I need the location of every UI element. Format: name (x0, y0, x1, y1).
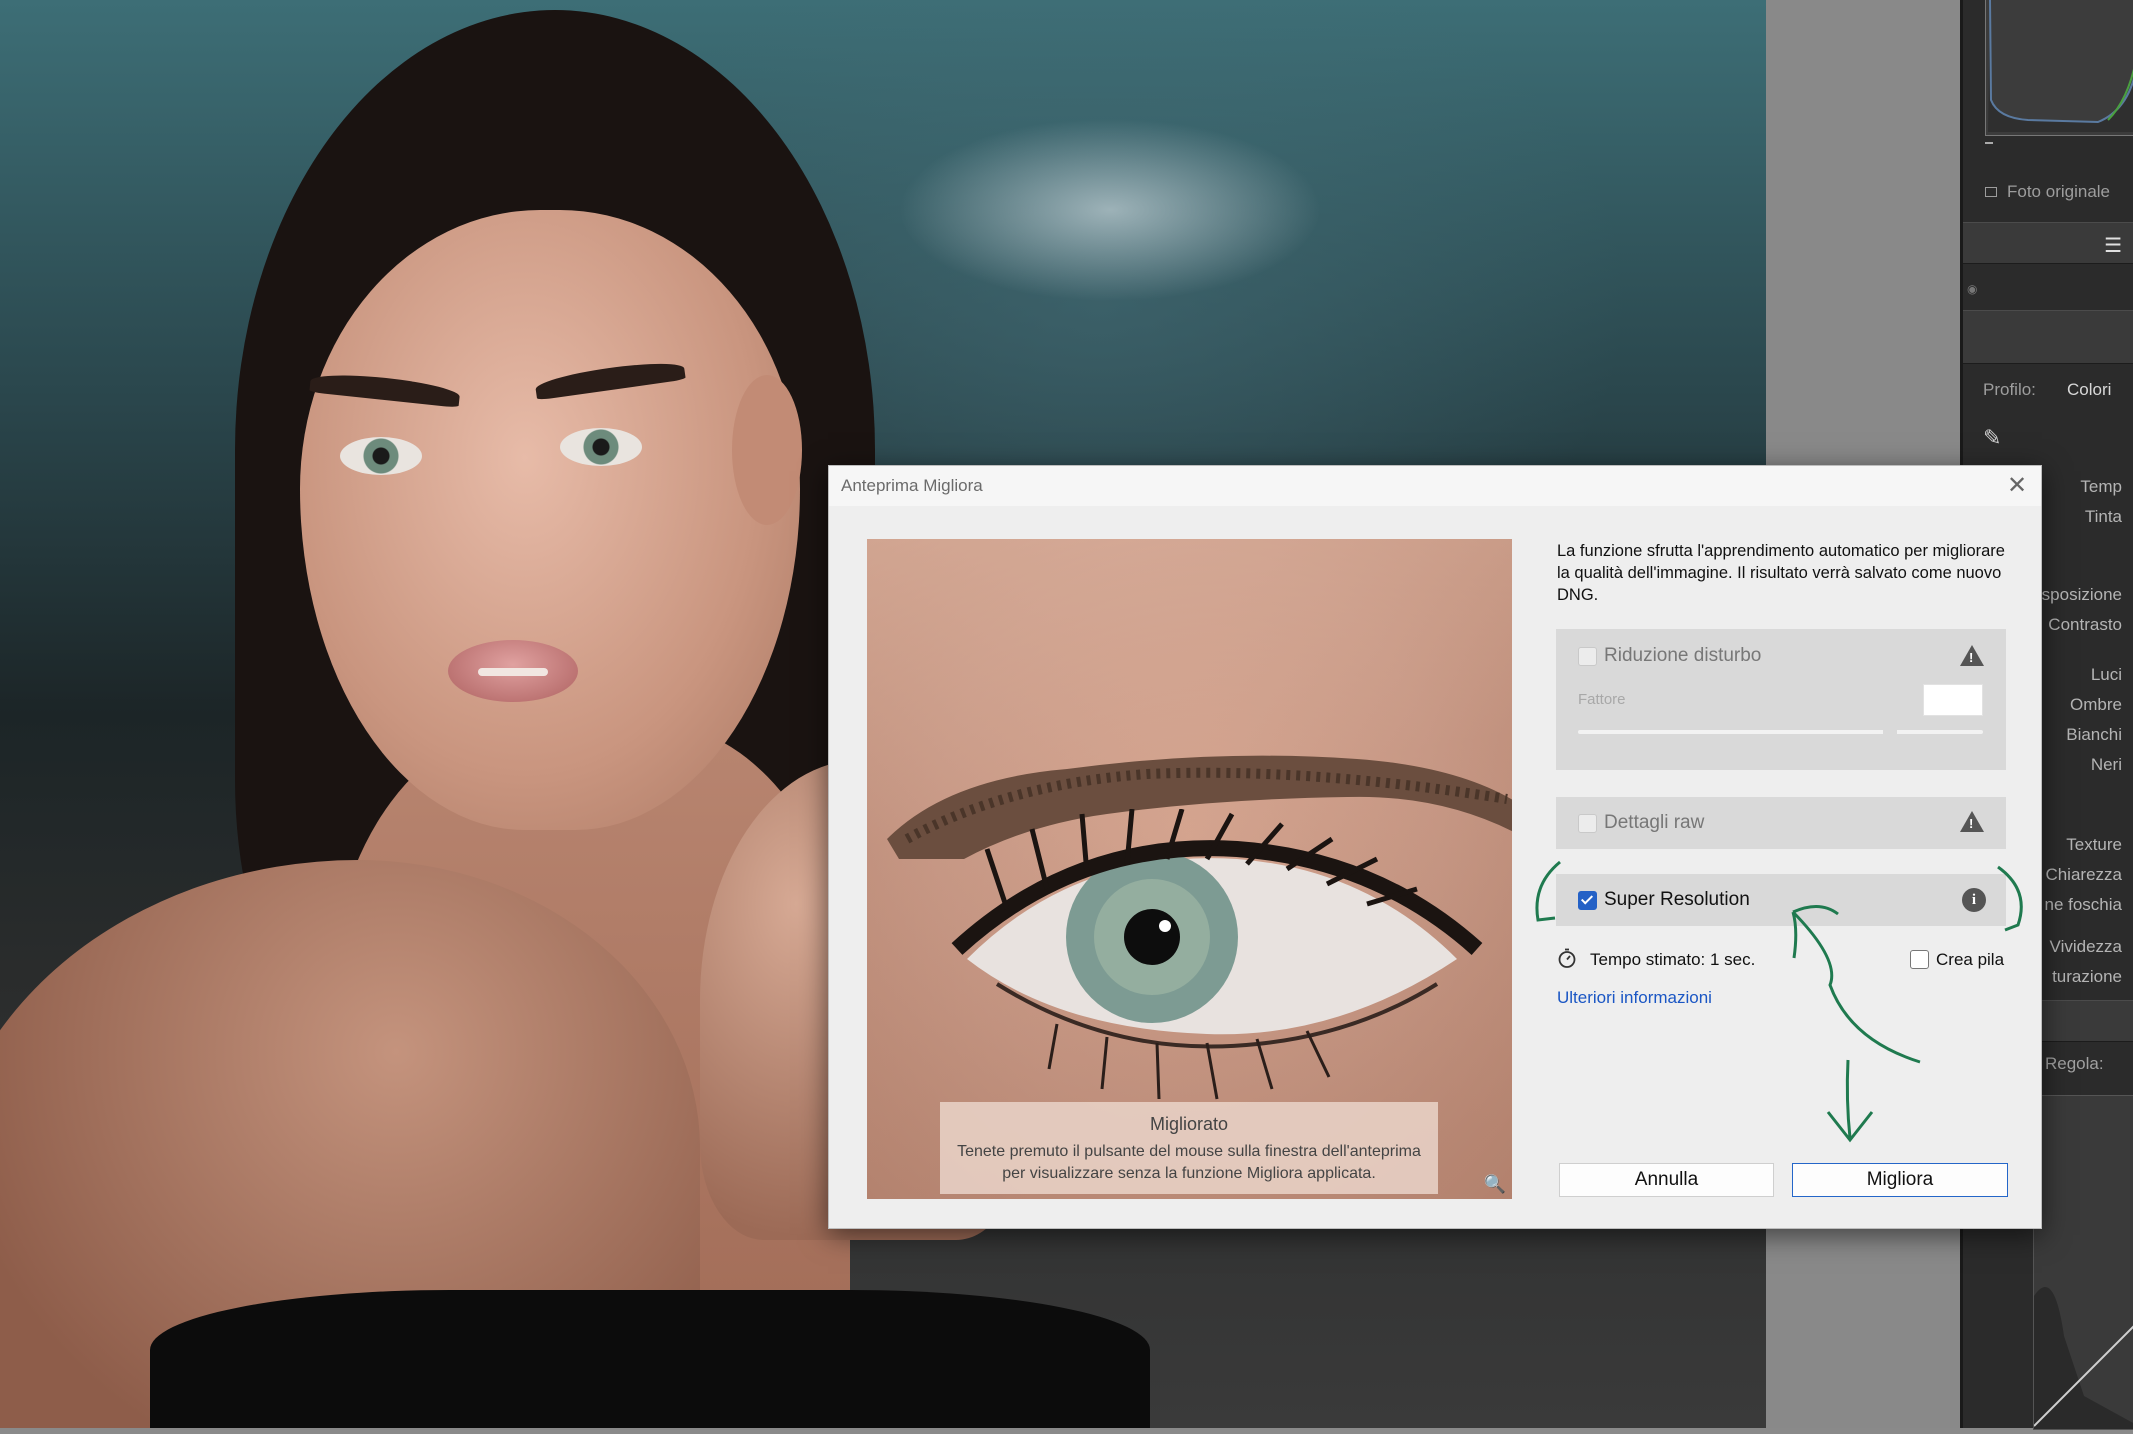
slider-label-vibrance: Vividezza (2049, 937, 2122, 956)
create-stack-checkbox[interactable] (1910, 950, 1929, 969)
photo-eye-left (340, 437, 422, 475)
slider-label-dehaze: ne foschia (2044, 895, 2123, 914)
preview-caption: Migliorato Tenete premuto il pulsante de… (940, 1102, 1438, 1194)
slider-label-exposure: sposizione (2041, 585, 2122, 604)
enhance-button[interactable]: Migliora (1792, 1163, 2008, 1197)
enhance-preview[interactable]: Migliorato Tenete premuto il pulsante de… (867, 539, 1512, 1199)
photo-dress (150, 1290, 1150, 1428)
warning-icon (1960, 811, 1984, 832)
photo-eye-right (560, 428, 642, 466)
slider-label-tint: Tinta (2084, 507, 2122, 526)
super-resolution-label[interactable]: Super Resolution (1604, 889, 1750, 911)
slider-label-texture: Texture (2066, 835, 2122, 854)
slider-label-blacks: Neri (2090, 755, 2122, 774)
slider-label-shadows: Ombre (2070, 695, 2122, 714)
create-stack-label[interactable]: Crea pila (1936, 950, 2004, 970)
factor-slider[interactable] (1578, 726, 1983, 738)
original-photo-toggle[interactable]: Foto originale (1985, 182, 2110, 202)
dialog-titlebar[interactable]: Anteprima Migliora ✕ (829, 466, 2041, 506)
close-button[interactable]: ✕ (2001, 470, 2031, 500)
tone-curve[interactable] (2033, 1095, 2133, 1430)
estimated-time: Tempo stimato: 1 sec. (1590, 950, 1756, 969)
slider-label-whites: Bianchi (2066, 725, 2122, 744)
panel-header (1963, 310, 2133, 364)
preview-caption-text: Tenete premuto il pulsante del mouse sul… (957, 1143, 1421, 1182)
stopwatch-icon (1558, 948, 1576, 968)
slider-label-clarity: Chiarezza (2045, 865, 2122, 884)
enhance-preview-dialog: Anteprima Migliora ✕ Migliorato Tenete p… (828, 465, 2042, 1229)
profile-label: Profilo: (1983, 380, 2036, 399)
super-resolution-checkbox[interactable] (1578, 891, 1597, 910)
close-icon: ✕ (2007, 472, 2028, 499)
tone-curve-graph (2033, 1287, 2133, 1429)
cancel-button[interactable]: Annulla (1559, 1163, 1774, 1197)
factor-label: Fattore (1578, 691, 1626, 708)
photo-face (300, 210, 800, 830)
histogram-graph (1988, 0, 2133, 132)
more-info-link[interactable]: Ulteriori informazioni (1557, 988, 1712, 1008)
slider-label-contrast: Contrasto (2048, 615, 2122, 634)
intro-text: La funzione sfrutta l'apprendimento auto… (1557, 542, 2005, 604)
zoom-icon[interactable]: 🔍 (1484, 1174, 1506, 1195)
raw-details-checkbox[interactable] (1578, 814, 1597, 833)
sliders-icon[interactable]: ☰ (2104, 233, 2122, 258)
factor-input[interactable] (1923, 684, 1983, 716)
photo-ear (732, 375, 802, 525)
photo-lips (448, 640, 578, 702)
noise-reduction-label: Riduzione disturbo (1604, 645, 1762, 666)
preview-eye (951, 809, 1483, 1100)
curve-adjust-label: Regola: (2045, 1054, 2104, 1073)
profile-select[interactable]: Colori (2067, 380, 2111, 400)
noise-reduction-checkbox[interactable] (1578, 647, 1597, 666)
visibility-icon[interactable]: ◉ (1967, 282, 1977, 296)
slider-label-temp: Temp (2080, 477, 2122, 496)
panel-toolbar: ☰ (1963, 222, 2133, 264)
slider-label-saturation: turazione (2052, 967, 2122, 986)
factor-slider-thumb[interactable] (1883, 726, 1897, 738)
raw-details-label: Dettagli raw (1604, 812, 1705, 833)
super-resolution-option: Super Resolution i (1556, 874, 2006, 926)
eyedropper-icon[interactable]: ✎ (1983, 425, 2001, 451)
info-icon[interactable]: i (1962, 888, 1986, 912)
noise-reduction-option: Riduzione disturbo Fattore (1556, 629, 2006, 770)
dialog-title: Anteprima Migliora (841, 476, 983, 495)
warning-icon (1960, 645, 1984, 666)
histogram-dash (1985, 142, 1993, 144)
preview-caption-title: Migliorato (1149, 1114, 1229, 1134)
slider-label-highlights: Luci (2090, 665, 2122, 684)
raw-details-option: Dettagli raw (1556, 797, 2006, 849)
